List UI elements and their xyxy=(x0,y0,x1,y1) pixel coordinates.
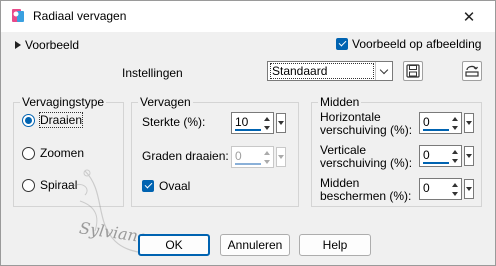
h-offset-label-2: verschuiving (%): xyxy=(320,123,413,137)
v-offset-slider-button[interactable] xyxy=(464,146,474,166)
protect-label-1: Midden xyxy=(320,176,360,190)
chevron-down-icon xyxy=(466,187,472,191)
chevron-down-icon[interactable] xyxy=(375,62,392,80)
close-button[interactable]: ✕ xyxy=(449,4,489,29)
chevron-down-icon xyxy=(466,121,472,125)
strength-value: 10 xyxy=(235,115,249,129)
spin-down-icon[interactable] xyxy=(450,156,460,165)
h-offset-spinner[interactable]: 0 xyxy=(419,112,462,134)
cancel-label: Annuleren xyxy=(227,238,283,252)
radio-unselected-icon xyxy=(22,146,35,160)
chevron-down-icon xyxy=(278,121,284,125)
spin-down-icon[interactable] xyxy=(450,123,460,132)
preset-dropdown[interactable]: Standaard xyxy=(267,61,393,81)
h-offset-value: 0 xyxy=(423,115,430,129)
spin-up-icon[interactable] xyxy=(450,114,460,123)
chevron-down-icon xyxy=(466,154,472,158)
preview-label: Voorbeeld xyxy=(25,38,80,52)
spin-down-icon[interactable] xyxy=(450,189,460,198)
settings-label: Instellingen xyxy=(122,66,183,80)
preview-expander[interactable]: Voorbeeld xyxy=(15,38,79,52)
title-bar: Radiaal vervagen ✕ xyxy=(1,1,495,32)
spin-up-icon[interactable] xyxy=(450,180,460,189)
v-offset-spinner[interactable]: 0 xyxy=(419,145,462,167)
preview-on-image-checkbox[interactable]: Voorbeeld op afbeelding xyxy=(336,37,481,51)
spin-up-icon[interactable] xyxy=(450,147,460,156)
ok-button[interactable]: OK xyxy=(138,234,210,256)
save-preset-button[interactable] xyxy=(403,61,423,81)
twist-slider-button[interactable] xyxy=(276,147,286,167)
app-icon xyxy=(12,9,24,22)
protect-spinner[interactable]: 0 xyxy=(419,178,462,200)
protect-value: 0 xyxy=(423,181,430,195)
strength-label: Sterkte (%): xyxy=(142,115,206,129)
save-disk-icon xyxy=(406,64,420,78)
checkbox-checked-icon xyxy=(336,38,348,50)
v-offset-label-1: Verticale xyxy=(320,143,367,157)
h-offset-label-1: Horizontale xyxy=(320,110,381,124)
cancel-button[interactable]: Annuleren xyxy=(220,234,290,256)
blur-title: Vervagen xyxy=(138,95,193,109)
help-button[interactable]: Help xyxy=(299,234,371,256)
radio-zoomen-label: Zoomen xyxy=(40,146,85,160)
spin-down-icon[interactable] xyxy=(262,123,272,132)
close-icon: ✕ xyxy=(462,8,476,26)
radio-selected-icon xyxy=(22,113,35,127)
v-offset-value: 0 xyxy=(423,148,430,162)
h-offset-slider-button[interactable] xyxy=(464,113,474,133)
expand-arrow-icon xyxy=(15,41,21,49)
radio-draaien[interactable]: Draaien xyxy=(22,112,84,128)
strength-slider-button[interactable] xyxy=(276,113,286,133)
spin-down-icon[interactable] xyxy=(262,157,272,166)
spin-up-icon[interactable] xyxy=(262,148,272,157)
blur-type-title: Vervagingstype xyxy=(20,95,107,109)
radio-unselected-icon xyxy=(22,178,35,192)
twist-spinner[interactable]: 0 xyxy=(231,146,274,168)
window-title: Radiaal vervagen xyxy=(33,9,127,23)
radio-zoomen[interactable]: Zoomen xyxy=(22,146,84,160)
v-offset-label-2: verschuiving (%): xyxy=(320,156,413,170)
chevron-down-icon xyxy=(278,155,284,159)
help-label: Help xyxy=(322,238,348,252)
reset-defaults-button[interactable] xyxy=(462,61,482,81)
spin-up-icon[interactable] xyxy=(262,114,272,123)
preset-value: Standaard xyxy=(270,63,374,79)
ok-label: OK xyxy=(165,238,183,252)
center-title: Midden xyxy=(318,95,362,109)
protect-slider-button[interactable] xyxy=(464,179,474,199)
dialog-window: Radiaal vervagen ✕ Voorbeeld Voorbeeld o… xyxy=(0,0,496,266)
preview-on-image-label: Voorbeeld op afbeelding xyxy=(352,37,482,51)
twist-value: 0 xyxy=(235,149,242,163)
protect-label-2: beschermen (%): xyxy=(320,189,412,203)
strength-spinner[interactable]: 10 xyxy=(231,112,274,134)
center-group: Midden Horizontale verschuiving (%): 0 V… xyxy=(311,95,482,207)
reset-icon xyxy=(465,65,479,77)
radio-draaien-label: Draaien xyxy=(38,112,84,128)
